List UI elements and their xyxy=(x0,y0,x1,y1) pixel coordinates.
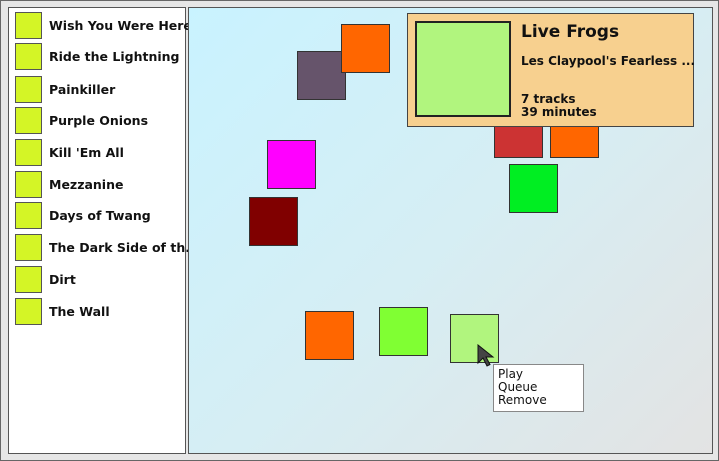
album-tile-magenta[interactable] xyxy=(267,140,316,189)
album-tile-orange-bottom[interactable] xyxy=(305,311,354,360)
album-details-duration: 39 minutes xyxy=(521,105,597,119)
album-title: Purple Onions xyxy=(49,112,149,128)
context-menu-remove[interactable]: Remove xyxy=(498,394,583,407)
album-title: Ride the Lightning xyxy=(49,48,180,64)
album-list-item[interactable]: The Dark Side of th... xyxy=(15,232,199,262)
album-thumbnail xyxy=(15,11,42,39)
album-title: The Wall xyxy=(49,303,110,319)
album-list-item[interactable]: Mezzanine xyxy=(15,169,183,199)
arrow-cursor-icon xyxy=(477,344,495,367)
album-tile-orange-top[interactable] xyxy=(341,24,390,73)
album-title: Kill 'Em All xyxy=(49,144,124,160)
album-details-tracks: 7 tracks xyxy=(521,92,576,106)
album-title: Mezzanine xyxy=(49,176,124,192)
album-thumbnail xyxy=(15,297,42,325)
album-list-item[interactable]: Ride the Lightning xyxy=(15,41,183,71)
album-list-item[interactable]: Days of Twang xyxy=(15,200,183,230)
album-thumbnail xyxy=(15,170,42,198)
album-thumbnail xyxy=(15,138,42,166)
album-list-item[interactable]: The Wall xyxy=(15,296,183,326)
album-cover xyxy=(415,21,511,117)
album-tile-slate[interactable] xyxy=(297,51,346,100)
album-tile-green[interactable] xyxy=(509,164,558,213)
album-thumbnail xyxy=(15,42,42,70)
album-list: Wish You Were Here Ride the Lightning Pa… xyxy=(8,7,199,454)
album-canvas[interactable]: Live Frogs Les Claypool's Fearless ... 7… xyxy=(188,7,713,454)
album-thumbnail xyxy=(15,106,42,134)
album-title: Painkiller xyxy=(49,81,116,97)
album-thumbnail xyxy=(15,265,42,293)
album-details-artist: Les Claypool's Fearless ... xyxy=(521,54,696,68)
album-title: The Dark Side of th... xyxy=(49,239,200,255)
album-list-item[interactable]: Painkiller xyxy=(15,74,183,104)
album-details-panel: Live Frogs Les Claypool's Fearless ... 7… xyxy=(407,13,696,127)
album-list-item[interactable]: Wish You Were Here xyxy=(15,10,192,40)
album-list-item[interactable]: Purple Onions xyxy=(15,105,183,135)
context-menu: Play Queue Remove xyxy=(493,364,584,412)
album-tile-lime[interactable] xyxy=(379,307,428,356)
album-details-title: Live Frogs xyxy=(521,22,620,42)
album-title: Wish You Were Here xyxy=(49,17,192,33)
app-window: Wish You Were Here Ride the Lightning Pa… xyxy=(0,0,719,461)
album-list-item[interactable]: Kill 'Em All xyxy=(15,137,183,167)
album-thumbnail xyxy=(15,233,42,261)
album-title: Days of Twang xyxy=(49,207,151,223)
album-thumbnail xyxy=(15,75,42,103)
album-tile-maroon[interactable] xyxy=(249,197,298,246)
album-thumbnail xyxy=(15,201,42,229)
album-list-item[interactable]: Dirt xyxy=(15,264,183,294)
album-title: Dirt xyxy=(49,271,76,287)
